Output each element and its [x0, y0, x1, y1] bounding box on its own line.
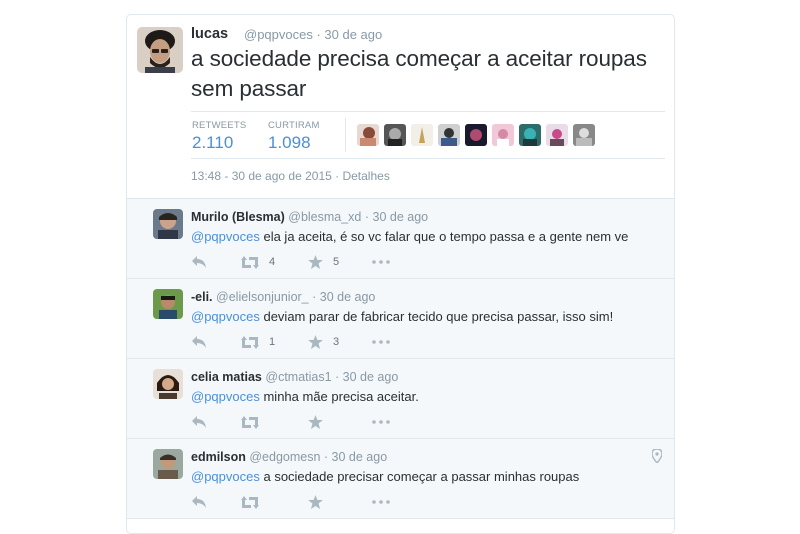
reply-header: Murilo (Blesma) @blesma_xd · 30 de ago [191, 210, 428, 224]
avatar[interactable] [153, 369, 183, 399]
reply-author-handle[interactable]: @blesma_xd · 30 de ago [288, 210, 428, 224]
reply-icon [192, 416, 206, 428]
more-button[interactable] [372, 414, 390, 430]
reply-actions: 1 3 [191, 334, 611, 350]
favorite-count: 5 [333, 256, 340, 268]
more-icon [372, 260, 390, 264]
reply-text-body: ela ja aceita, é so vc falar que o tempo… [259, 229, 629, 244]
retweet-icon [241, 255, 259, 269]
retweets-label: RETWEETS [192, 120, 247, 131]
likes-count: 1.098 [268, 133, 311, 152]
avatar[interactable] [492, 124, 514, 146]
reply-button[interactable] [191, 254, 207, 270]
likes-label: CURTIRAM [268, 120, 320, 131]
retweet-button[interactable] [241, 414, 269, 430]
retweet-icon [241, 335, 259, 349]
retweets-count: 2.110 [192, 133, 234, 152]
avatar[interactable] [153, 209, 183, 239]
reply-tweet[interactable]: edmilson @edgomesn · 30 de ago @pqpvoces… [127, 439, 674, 519]
avatar[interactable] [384, 124, 406, 146]
reply-text: @pqpvoces a sociedade precisar começar a… [191, 469, 579, 484]
avatar[interactable] [519, 124, 541, 146]
reply-header: -eli. @elielsonjunior_ · 30 de ago [191, 290, 375, 304]
reply-text-body: a sociedade precisar começar a passar mi… [259, 469, 580, 484]
avatar[interactable] [546, 124, 568, 146]
reply-icon [192, 256, 206, 268]
reply-tweet[interactable]: celia matias @ctmatias1 · 30 de ago @pqp… [127, 359, 674, 439]
favorite-button[interactable] [308, 414, 333, 430]
tweet-card: lucas @pqpvoces · 30 de ago a sociedade … [126, 14, 675, 534]
star-icon [308, 255, 323, 269]
retweet-icon [241, 495, 259, 509]
reply-author-handle[interactable]: @edgomesn · 30 de ago [249, 450, 387, 464]
mention-link[interactable]: @pqpvoces [191, 309, 260, 324]
reply-author-name[interactable]: Murilo (Blesma) [191, 210, 285, 224]
avatar[interactable] [153, 289, 183, 319]
likes-stat[interactable]: CURTIRAM 1.098 [268, 120, 320, 153]
replies-list: Murilo (Blesma) @blesma_xd · 30 de ago @… [127, 199, 674, 519]
reply-button[interactable] [191, 414, 207, 430]
more-icon [372, 340, 390, 344]
star-icon [308, 335, 323, 349]
reply-author-name[interactable]: edmilson [191, 450, 246, 464]
favorite-button[interactable]: 3 [308, 334, 339, 350]
favorite-button[interactable]: 5 [308, 254, 339, 270]
reply-tweet[interactable]: -eli. @elielsonjunior_ · 30 de ago @pqpv… [127, 279, 674, 359]
reply-text: @pqpvoces ela ja aceita, é so vc falar q… [191, 229, 628, 244]
more-button[interactable] [372, 334, 390, 350]
star-icon [308, 495, 323, 509]
reply-icon [192, 496, 206, 508]
avatar[interactable] [137, 27, 183, 73]
reply-header: celia matias @ctmatias1 · 30 de ago [191, 370, 398, 384]
main-tweet: lucas @pqpvoces · 30 de ago a sociedade … [127, 15, 674, 199]
star-icon [308, 415, 323, 429]
avatar[interactable] [357, 124, 379, 146]
mention-link[interactable]: @pqpvoces [191, 469, 260, 484]
reply-tweet[interactable]: Murilo (Blesma) @blesma_xd · 30 de ago @… [127, 199, 674, 279]
reply-text-body: deviam parar de fabricar tecido que prec… [259, 309, 614, 324]
reply-author-handle[interactable]: @ctmatias1 · 30 de ago [265, 370, 398, 384]
reply-text: @pqpvoces minha mãe precisa aceitar. [191, 389, 419, 404]
reply-author-name[interactable]: celia matias [191, 370, 262, 384]
author-handle[interactable]: @pqpvoces · 30 de ago [244, 27, 382, 42]
retweet-button[interactable] [241, 494, 269, 510]
avatar[interactable] [153, 449, 183, 479]
avatar[interactable] [438, 124, 460, 146]
tweet-timestamp[interactable]: 13:48 - 30 de ago de 2015 · Detalhes [191, 169, 390, 183]
avatar[interactable] [411, 124, 433, 146]
more-button[interactable] [372, 254, 390, 270]
divider [345, 118, 346, 152]
reply-actions: 4 5 [191, 254, 611, 270]
reply-button[interactable] [191, 494, 207, 510]
reply-text: @pqpvoces deviam parar de fabricar tecid… [191, 309, 613, 324]
reply-icon [192, 336, 206, 348]
more-button[interactable] [372, 494, 390, 510]
reply-actions [191, 494, 611, 510]
retweet-count: 4 [269, 256, 276, 268]
retweet-count: 1 [269, 336, 276, 348]
location-pin-icon[interactable] [652, 449, 662, 463]
mention-link[interactable]: @pqpvoces [191, 389, 260, 404]
favorite-button[interactable] [308, 494, 333, 510]
more-icon [372, 420, 390, 424]
more-icon [372, 500, 390, 504]
avatar[interactable] [573, 124, 595, 146]
reply-author-handle[interactable]: @elielsonjunior_ · 30 de ago [216, 290, 375, 304]
avatar[interactable] [465, 124, 487, 146]
tweet-stats: RETWEETS 2.110 CURTIRAM 1.098 [191, 111, 665, 159]
retweet-icon [241, 415, 259, 429]
reply-author-name[interactable]: -eli. [191, 290, 213, 304]
tweet-text: a sociedade precisa começar a aceitar ro… [191, 46, 647, 101]
reply-actions [191, 414, 611, 430]
author-name[interactable]: lucas [191, 26, 228, 42]
retweet-button[interactable]: 4 [241, 254, 275, 270]
reply-header: edmilson @edgomesn · 30 de ago [191, 450, 387, 464]
retweet-button[interactable]: 1 [241, 334, 275, 350]
retweets-stat[interactable]: RETWEETS 2.110 [192, 120, 246, 153]
favorite-count: 3 [333, 336, 340, 348]
reply-text-body: minha mãe precisa aceitar. [259, 389, 419, 404]
mention-link[interactable]: @pqpvoces [191, 229, 260, 244]
reply-button[interactable] [191, 334, 207, 350]
